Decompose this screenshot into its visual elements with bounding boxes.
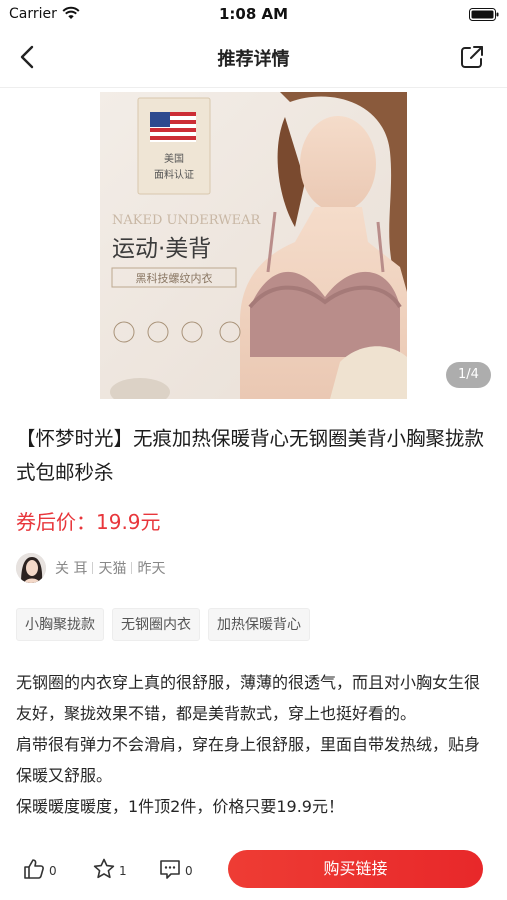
product-photo: 美国 面料认证 NAKED UNDERWEAR 运动·美背 黑科技螺纹内衣	[100, 92, 407, 399]
star-icon	[93, 858, 115, 879]
image-subline: 黑科技螺纹内衣	[136, 271, 213, 285]
divider	[131, 562, 133, 574]
avatar-image	[16, 553, 46, 583]
status-bar: Carrier 1:08 AM	[0, 0, 507, 28]
description-paragraph: 无钢圈的内衣穿上真的很舒服，薄薄的很透气，而且对小胸女生很友好，聚拢效果不错，都…	[16, 673, 481, 723]
author-row[interactable]: 关 耳 天猫 昨天	[16, 552, 165, 584]
tag-chip[interactable]: 小胸聚拢款	[16, 608, 104, 641]
description-paragraph: 保暖暖度暖度，1件顶2件，价格只要19.9元！	[16, 797, 344, 816]
price-label: 券后价：19.9元	[16, 510, 161, 534]
product-title: 【怀梦时光】无痕加热保暖背心无钢圈美背小胸聚拢款式包邮秒杀	[16, 427, 485, 484]
author-meta: 关 耳 天猫 昨天	[55, 558, 165, 578]
avatar[interactable]	[16, 553, 46, 583]
author-platform: 天猫	[98, 561, 127, 577]
divider	[92, 562, 94, 574]
favorite-button[interactable]: 1	[92, 856, 127, 882]
share-external-icon[interactable]	[458, 43, 486, 71]
image-badge-line2: 面料认证	[154, 168, 194, 181]
buy-link-button[interactable]: 购买链接	[228, 850, 483, 888]
description: 无钢圈的内衣穿上真的很舒服，薄薄的很透气，而且对小胸女生很友好，聚拢效果不错，都…	[16, 667, 491, 839]
product-image[interactable]: 美国 面料认证 NAKED UNDERWEAR 运动·美背 黑科技螺纹内衣	[100, 92, 407, 399]
image-badge-line1: 美国	[164, 152, 184, 165]
tags-row: 小胸聚拢款 无钢圈内衣 加热保暖背心	[16, 608, 318, 641]
author-time: 昨天	[137, 561, 166, 577]
description-paragraph: 肩带很有弹力不会滑肩，穿在身上很舒服，里面自带发热绒，贴身保暖又舒服。	[16, 735, 481, 785]
page-title: 推荐详情	[217, 49, 290, 70]
image-counter: 1/4	[446, 362, 491, 388]
tag-chip[interactable]: 无钢圈内衣	[112, 608, 200, 641]
comment-count: 0	[185, 863, 193, 878]
battery-icon	[469, 8, 499, 21]
thumbs-up-icon	[24, 859, 44, 879]
like-button[interactable]: 0	[22, 856, 57, 882]
bottom-action-bar: 0 1 0 购买链接	[0, 838, 507, 900]
tag-chip[interactable]: 加热保暖背心	[208, 608, 310, 641]
navigation-bar: 推荐详情	[0, 28, 507, 88]
comment-button[interactable]: 0	[158, 856, 193, 882]
image-headline: 运动·美背	[112, 236, 211, 262]
comment-icon	[160, 860, 180, 879]
image-brand-text: NAKED UNDERWEAR	[112, 213, 262, 228]
like-count: 0	[49, 863, 57, 878]
status-time: 1:08 AM	[218, 5, 289, 23]
favorite-count: 1	[119, 863, 127, 878]
author-name: 关 耳	[55, 561, 88, 577]
